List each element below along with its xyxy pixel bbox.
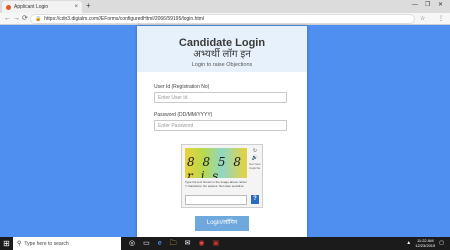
window-maximize-button[interactable]: ❐ [425, 2, 430, 8]
login-button[interactable]: Login/लॉगिन [195, 216, 249, 231]
captcha-instructions: Type the text shown in the image above. … [185, 180, 247, 188]
taskbar: ⊞ ⚲ Type here to search ◎ ▭ e 🗀 ✉ ◉ ▣ ▲ … [0, 237, 450, 250]
notifications-icon[interactable]: ▢ [439, 240, 444, 246]
network-icon[interactable]: ▲ [406, 240, 411, 246]
user-id-label: User Id (Registration No) [154, 84, 210, 90]
task-view-icon[interactable]: ▭ [143, 239, 150, 248]
clock[interactable]: 11:22 AM 12/23/2019 [415, 238, 435, 248]
tab-close-icon[interactable]: × [74, 4, 78, 10]
bookmark-star-icon[interactable]: ☆ [420, 15, 425, 23]
captcha-input[interactable] [185, 195, 247, 205]
window-close-button[interactable]: ✕ [438, 2, 443, 8]
captcha-refresh-icon[interactable]: ↻ [253, 148, 257, 154]
page-title-hindi: अभ्यर्थी लॉग इन [193, 49, 251, 60]
chrome-icon[interactable]: ◉ [199, 239, 205, 248]
tab-title: Applicant Login [14, 4, 49, 10]
back-button[interactable]: ← [4, 14, 11, 23]
captcha-image: 8 8 5 8 r j s [185, 148, 247, 178]
edge-browser-icon[interactable]: e [158, 239, 162, 248]
taskbar-search[interactable]: ⚲ Type here to search [13, 237, 121, 250]
captcha-tools: ↻ 🔊 Get New Captcha [249, 148, 261, 170]
site-favicon-icon [6, 4, 11, 10]
browser-menu-icon[interactable]: ⋮ [438, 15, 444, 23]
cortana-icon[interactable]: ◎ [129, 239, 135, 248]
tab-applicant-login[interactable]: Applicant Login × [2, 1, 82, 13]
file-explorer-icon[interactable]: 🗀 [170, 239, 177, 248]
password-label: Password (DD/MM/YYYY) [154, 112, 213, 118]
captcha-tools-label: Get New Captcha [249, 162, 261, 170]
taskbar-apps: ◎ ▭ e 🗀 ✉ ◉ ▣ [129, 239, 219, 248]
system-tray: ▲ 11:22 AM 12/23/2019 ▢ [406, 238, 444, 248]
captcha-help-icon[interactable]: ? [251, 195, 259, 204]
app-icon[interactable]: ▣ [213, 239, 220, 248]
windows-start-icon[interactable]: ⊞ [0, 237, 13, 250]
reload-button[interactable]: ⟳ [22, 14, 28, 23]
browser-toolbar: ← → ⟳ 🔒 https://cdn3.digialm.com//EForms… [0, 13, 450, 25]
window-minimize-button[interactable]: — [412, 2, 418, 8]
tab-strip: Applicant Login × + — ❐ ✕ [0, 0, 450, 13]
captcha-audio-icon[interactable]: 🔊 [252, 155, 258, 161]
page-subtitle: Login to raise Objections [191, 62, 253, 68]
page-title: Candidate Login [178, 37, 266, 49]
user-id-input[interactable] [154, 92, 287, 103]
search-icon: ⚲ [17, 241, 22, 247]
taskbar-search-placeholder: Type here to search [24, 240, 69, 247]
captcha-widget: 8 8 5 8 r j s ↻ 🔊 Get New Captcha Type t… [181, 144, 263, 208]
login-card: Candidate Login अभ्यर्थी लॉग इन Login to… [137, 26, 307, 237]
mail-icon[interactable]: ✉ [185, 239, 191, 248]
forward-button[interactable]: → [13, 14, 20, 23]
address-bar[interactable]: 🔒 https://cdn3.digialm.com//EForms/confi… [30, 14, 415, 24]
password-input[interactable] [154, 120, 287, 131]
login-header: Candidate Login अभ्यर्थी लॉग इन Login to… [137, 26, 307, 72]
new-tab-button[interactable]: + [86, 2, 91, 10]
lock-icon: 🔒 [35, 16, 42, 22]
clock-date: 12/23/2019 [415, 243, 436, 248]
captcha-text: 8 8 5 8 r j s [187, 155, 243, 178]
url-text: https://cdn3.digialm.com//EForms/configu… [44, 16, 205, 22]
